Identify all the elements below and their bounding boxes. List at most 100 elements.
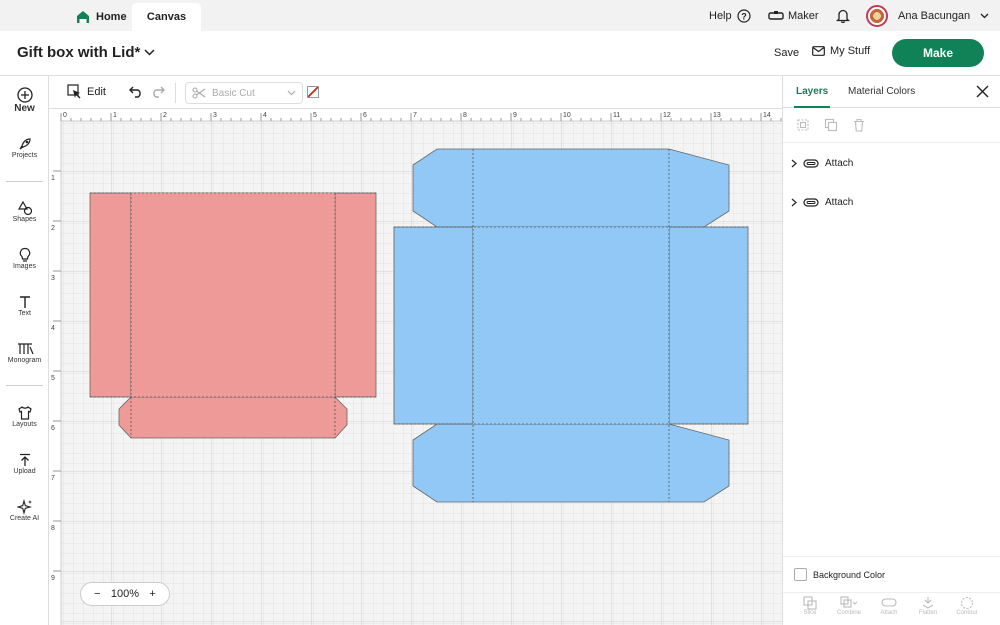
- tab-home[interactable]: Home: [68, 3, 135, 31]
- background-color-checkbox[interactable]: [794, 568, 807, 581]
- trash-icon[interactable]: [852, 118, 866, 132]
- make-button[interactable]: Make: [892, 39, 984, 67]
- sidebar-label-projects: Projects: [11, 152, 38, 159]
- combine-button[interactable]: Combine: [829, 596, 869, 616]
- sidebar-item-new[interactable]: New: [0, 87, 49, 114]
- ruler-x-label: 13: [713, 112, 721, 119]
- flatten-button[interactable]: Flatten: [908, 596, 948, 616]
- sidebar-label-shapes: Shapes: [12, 216, 37, 223]
- ruler-y-label: 1: [51, 175, 55, 182]
- ruler-y-label: 7: [51, 475, 55, 482]
- help-button[interactable]: Help ?: [709, 0, 751, 31]
- ruler-x-label: 5: [313, 112, 317, 119]
- project-title-menu[interactable]: Gift box with Lid*: [17, 44, 155, 61]
- contour-label: Contour: [956, 610, 978, 616]
- color-swatch-none[interactable]: [307, 86, 319, 98]
- ruler-x-label: 11: [613, 112, 620, 119]
- sidebar-item-projects[interactable]: Projects: [0, 136, 49, 159]
- blue-box-top-flap[interactable]: [412, 148, 730, 228]
- sidebar-label-create-ai: Create AI: [9, 515, 40, 522]
- edit-button[interactable]: Edit: [67, 84, 106, 99]
- user-name: Ana Bacungan: [898, 9, 971, 22]
- divider: [6, 181, 43, 182]
- layer-label: Attach: [825, 157, 854, 169]
- chevron-down-icon: [144, 49, 155, 56]
- operation-select[interactable]: Basic Cut: [185, 82, 303, 104]
- layers-panel: Layers Material Colors Attach Attach Bac…: [782, 76, 1000, 625]
- help-label: Help: [709, 9, 732, 22]
- upload-icon: [19, 453, 30, 466]
- sidebar-label-text: Text: [18, 310, 31, 317]
- ruler-x-label: 12: [663, 112, 671, 119]
- background-color-label: Background Color: [813, 569, 886, 580]
- layer-row[interactable]: Attach: [783, 189, 1000, 215]
- tshirt-icon: [17, 406, 32, 420]
- sidebar-item-monogram[interactable]: Monogram: [0, 341, 49, 364]
- shape-blue-box[interactable]: [393, 148, 749, 503]
- blue-box-bottom-flap[interactable]: [412, 423, 730, 503]
- shapes-icon: [17, 200, 32, 216]
- background-color-row[interactable]: Background Color: [783, 556, 1000, 592]
- redo-icon[interactable]: [151, 85, 165, 98]
- sidebar-item-layouts[interactable]: Layouts: [0, 405, 49, 428]
- pink-box-right-flap[interactable]: [334, 192, 377, 398]
- ruler-y-label: 4: [51, 325, 55, 332]
- pink-box-base[interactable]: [131, 193, 335, 397]
- chevron-right-icon[interactable]: [791, 198, 797, 207]
- shape-pink-box[interactable]: [89, 192, 377, 439]
- blue-box-left-flap[interactable]: [393, 226, 474, 425]
- save-button[interactable]: Save: [774, 47, 799, 59]
- zoom-out-button[interactable]: −: [94, 588, 100, 600]
- ruler-x-label: 10: [563, 112, 571, 119]
- tab-material-colors[interactable]: Material Colors: [848, 86, 915, 97]
- blue-box-right-flap[interactable]: [668, 226, 749, 425]
- ruler-x-label: 9: [513, 112, 517, 119]
- notifications-button[interactable]: [836, 0, 850, 31]
- tab-layers[interactable]: Layers: [793, 86, 831, 108]
- bottom-actions: Slice Combine Attach Flatten Contour: [783, 592, 1000, 625]
- my-stuff-label: My Stuff: [830, 45, 871, 57]
- layer-row[interactable]: Attach: [783, 150, 1000, 176]
- svg-text:?: ?: [741, 11, 747, 21]
- attach-button[interactable]: Attach: [869, 596, 909, 616]
- combine-label: Combine: [836, 610, 861, 616]
- flatten-icon: [922, 597, 934, 609]
- design-canvas[interactable]: 0 1 2 3 4 5 6 7 8 9 10 11 12 13 14 123456789 − 100% +: [49, 109, 782, 625]
- tab-canvas-label: Canvas: [146, 11, 187, 23]
- maker-label: Maker: [788, 9, 819, 22]
- attach-icon: [803, 197, 819, 207]
- my-stuff-button[interactable]: My Stuff: [812, 45, 870, 57]
- maker-button[interactable]: Maker: [768, 0, 819, 31]
- tab-canvas[interactable]: Canvas: [132, 3, 201, 31]
- user-menu[interactable]: Ana Bacungan: [866, 0, 989, 31]
- chevron-right-icon[interactable]: [791, 159, 797, 168]
- sidebar-item-images[interactable]: Images: [0, 247, 49, 270]
- scissors-icon: [192, 87, 206, 99]
- text-t-icon: [19, 296, 30, 308]
- pink-box-left-flap[interactable]: [89, 192, 132, 398]
- sidebar-item-text[interactable]: Text: [0, 294, 49, 317]
- machine-icon: [768, 10, 784, 20]
- canvas-grid[interactable]: 0 1 2 3 4 5 6 7 8 9 10 11 12 13 14 123456789: [49, 109, 782, 625]
- lightbulb-icon: [19, 247, 30, 262]
- undo-icon[interactable]: [129, 85, 143, 98]
- attach-icon: [881, 598, 897, 607]
- ruler-x-label: 14: [763, 112, 771, 119]
- edit-label: Edit: [87, 85, 106, 98]
- operation-label: Basic Cut: [212, 87, 255, 99]
- blue-box-base[interactable]: [473, 227, 669, 424]
- close-icon[interactable]: [976, 85, 989, 98]
- slice-button[interactable]: Slice: [790, 596, 830, 616]
- group-icon[interactable]: [796, 118, 810, 132]
- zoom-level: 100%: [110, 588, 140, 600]
- layer-label: Attach: [825, 196, 854, 208]
- bell-icon: [836, 9, 850, 23]
- sidebar-item-shapes[interactable]: Shapes: [0, 200, 49, 223]
- sidebar-item-create-ai[interactable]: Create AI: [0, 499, 49, 522]
- sidebar-item-upload[interactable]: Upload: [0, 452, 49, 475]
- contour-button[interactable]: Contour: [947, 596, 987, 616]
- attach-label: Attach: [880, 610, 898, 616]
- zoom-in-button[interactable]: +: [149, 588, 155, 600]
- duplicate-icon[interactable]: [824, 118, 838, 132]
- pink-box-bottom-flap[interactable]: [118, 396, 348, 439]
